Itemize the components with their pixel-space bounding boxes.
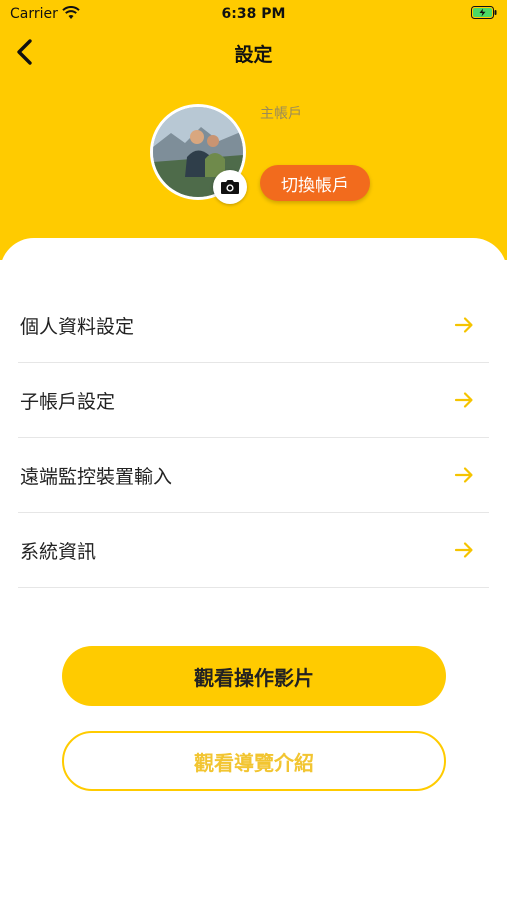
arrow-right-icon: [454, 392, 473, 408]
page-title: 設定: [234, 44, 273, 66]
navigation-bar: 設定: [0, 30, 507, 74]
account-type-label: 主帳戶: [260, 106, 302, 122]
menu-item-profile-settings[interactable]: 個人資料設定: [18, 288, 489, 363]
arrow-right-icon: [454, 317, 473, 333]
menu-item-label: 遠端監控裝置輸入: [20, 466, 173, 488]
avatar-container: [150, 104, 247, 204]
menu-item-sub-account-settings[interactable]: 子帳戶設定: [18, 363, 489, 438]
menu-item-system-info[interactable]: 系統資訊: [18, 513, 489, 588]
change-photo-button[interactable]: [213, 170, 247, 204]
watch-tutorial-video-button[interactable]: 觀看操作影片: [62, 646, 446, 706]
camera-icon: [221, 180, 239, 194]
menu-item-label: 子帳戶設定: [20, 391, 116, 413]
watch-intro-tour-button[interactable]: 觀看導覽介紹: [62, 731, 446, 791]
menu-item-remote-device-input[interactable]: 遠端監控裝置輸入: [18, 438, 489, 513]
switch-account-button[interactable]: 切換帳戶: [260, 165, 370, 201]
settings-menu: 個人資料設定 子帳戶設定 遠端監控裝置輸入 系統資訊: [18, 288, 489, 588]
arrow-right-icon: [454, 542, 473, 558]
status-bar: Carrier 6:38 PM: [0, 0, 507, 28]
menu-item-label: 系統資訊: [20, 541, 97, 563]
arrow-right-icon: [454, 467, 473, 483]
status-time: 6:38 PM: [221, 6, 286, 22]
battery-icon: [471, 6, 497, 19]
menu-item-label: 個人資料設定: [20, 316, 135, 338]
